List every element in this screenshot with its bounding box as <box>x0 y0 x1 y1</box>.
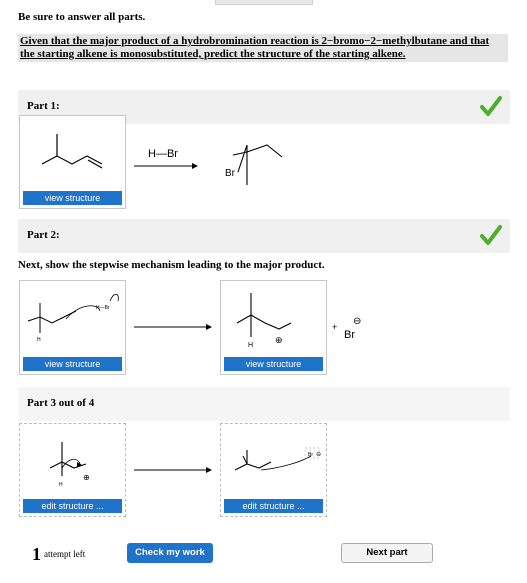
part1-reaction: H—Br Br <box>134 144 283 185</box>
part3-right-drawing: Br ⊖ <box>234 447 321 471</box>
attempts-count: 1 <box>32 544 41 564</box>
negative-charge-icon: ⊖ <box>353 316 361 327</box>
part1-reactant-structure[interactable]: view structure <box>19 115 126 209</box>
part1-label: Part 1: <box>27 100 60 112</box>
next-part-button[interactable]: Next part <box>341 543 433 563</box>
check-my-work-button[interactable]: Check my work <box>127 543 213 563</box>
part2-right-structure[interactable]: H ⊕ view structure <box>220 280 327 375</box>
bromine-label: Br <box>225 168 236 179</box>
hydrogen-label: H <box>59 482 63 488</box>
bromide-label: Br <box>344 329 355 341</box>
negative-charge-icon: ⊖ <box>316 452 321 458</box>
part2-label: Part 2: <box>27 229 60 241</box>
carbocation-structure: H ⊕ <box>236 293 292 349</box>
part2-right-view-structure-button[interactable]: view structure <box>224 357 323 371</box>
part2-left-view-structure-button[interactable]: view structure <box>23 357 122 371</box>
checkmark-icon <box>480 225 502 245</box>
part3-left-edit-structure-button[interactable]: edit structure ... <box>23 499 122 513</box>
bromine-label: Br <box>308 452 313 458</box>
bromide-anion: + Br ⊖ <box>332 316 361 341</box>
intro-text: Be sure to answer all parts. <box>18 11 146 23</box>
mechanism-step1-drawing: H H—Br <box>27 293 119 343</box>
attempts-label: attempt left <box>44 549 86 559</box>
positive-charge-icon: ⊕ <box>275 335 283 345</box>
part2-header: Part 2: <box>18 219 510 253</box>
part3-right-structure[interactable]: Br ⊖ edit structure ... <box>220 423 327 517</box>
question-text: Given that the major product of a hydrob… <box>18 34 508 62</box>
part2-left-structure[interactable]: H H—Br view structure <box>19 280 126 375</box>
part3-arrow <box>134 467 212 473</box>
reagent-label: H—Br <box>148 148 178 160</box>
part3-left-structure[interactable]: H ⊕ edit structure ... <box>19 423 126 517</box>
part3-right-edit-structure-button[interactable]: edit structure ... <box>224 499 323 513</box>
part3-left-drawing: H ⊕ <box>49 442 90 488</box>
part1-view-structure-button[interactable]: view structure <box>23 191 122 205</box>
alkene-structure <box>41 134 103 169</box>
part2-instruction: Next, show the stepwise mechanism leadin… <box>18 259 325 271</box>
checkmark-icon <box>480 96 502 116</box>
top-tab-bar <box>215 0 313 5</box>
part2-arrow <box>134 324 212 330</box>
plus-sign: + <box>332 322 337 332</box>
positive-charge-icon: ⊕ <box>83 473 90 482</box>
part3-label: Part 3 out of 4 <box>27 397 95 409</box>
hydrogen-label: H <box>248 342 253 349</box>
hbr-label: H—Br <box>96 305 110 311</box>
part3-header: Part 3 out of 4 <box>18 387 510 421</box>
hydrogen-label: H <box>37 337 41 343</box>
